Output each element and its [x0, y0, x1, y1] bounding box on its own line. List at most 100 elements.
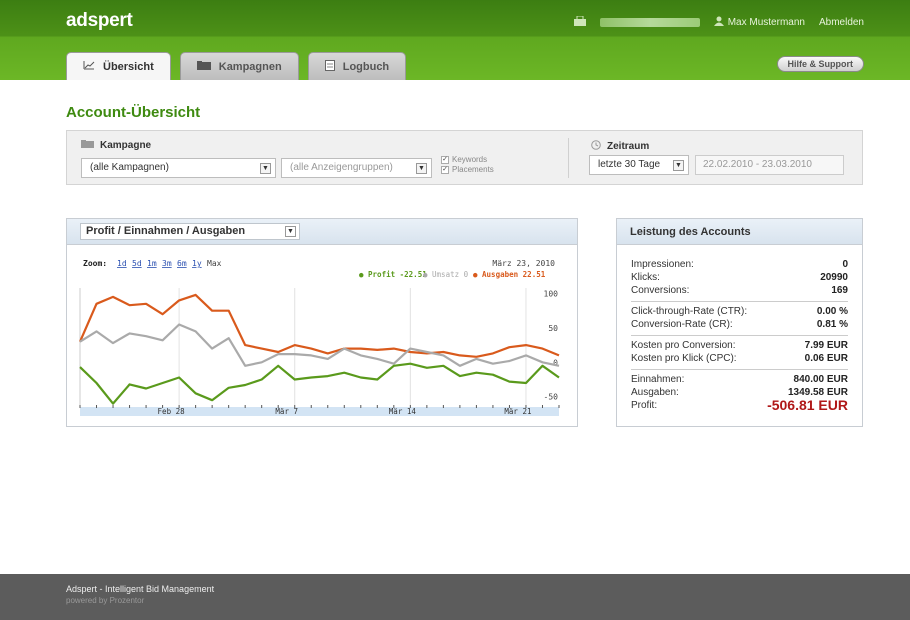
stat-value: 0.81 % — [816, 319, 848, 330]
zoom-label: Zoom: — [83, 259, 107, 268]
campaign-select-value: (alle Kampagnen) — [90, 162, 169, 173]
stat-value: 0.00 % — [816, 306, 848, 317]
filter-box: Kampagne (alle Kampagnen) ▼ (alle Anzeig… — [66, 130, 863, 185]
account-icon — [573, 15, 586, 29]
x-tick-label: Feb 28 — [158, 407, 186, 416]
chevron-down-icon: ▼ — [285, 226, 296, 237]
campaign-label-text: Kampagne — [100, 140, 152, 151]
user-link[interactable]: Max Mustermann — [713, 16, 805, 29]
date-range-field[interactable]: 22.02.2010 - 23.03.2010 — [695, 155, 844, 175]
stat-label: Einnahmen: — [631, 374, 685, 385]
chart-series — [78, 293, 560, 405]
stat-label: Klicks: — [631, 272, 660, 283]
stats-title: Leistung des Accounts — [617, 219, 862, 245]
tab-label: Logbuch — [342, 60, 390, 73]
account-name-blurred — [599, 18, 700, 27]
chevron-down-icon: ▼ — [673, 160, 684, 171]
stat-label: Ausgaben: — [631, 387, 679, 398]
tab-campaigns[interactable]: Kampagnen — [179, 52, 299, 80]
stat-label: Click-through-Rate (CTR): — [631, 306, 748, 317]
series-line-profit — [79, 362, 560, 405]
stat-row: Klicks: 20990 — [631, 271, 848, 284]
campaign-select[interactable]: (alle Kampagnen) ▼ — [81, 158, 276, 178]
stat-label: Profit: — [631, 400, 658, 411]
user-icon — [713, 16, 724, 29]
x-tick-label: Mär 7 — [275, 407, 298, 416]
footer: Adspert - Intelligent Bid Management pow… — [0, 574, 910, 620]
period-select-value: letzte 30 Tage — [598, 159, 661, 170]
stat-row: Conversion-Rate (CR): 0.81 % — [631, 318, 848, 331]
y-tick-label: 50 — [548, 324, 558, 333]
chevron-down-icon: ▼ — [416, 163, 427, 174]
folder-icon — [196, 60, 211, 73]
zoom-option-Max[interactable]: Max — [207, 259, 222, 268]
x-tick-label: Mär 14 — [389, 407, 417, 416]
adgroup-select[interactable]: (alle Anzeigengruppen) ▼ — [281, 158, 432, 178]
stat-row: Kosten pro Conversion: 7.99 EUR — [631, 339, 848, 352]
checkmark-icon: ✓ — [441, 166, 449, 174]
stat-label: Impressionen: — [631, 259, 694, 270]
main-tabs: Übersicht Kampagnen Logbuch — [66, 52, 407, 80]
chart-icon — [83, 60, 95, 73]
stat-label: Kosten pro Conversion: — [631, 340, 736, 351]
divider — [568, 138, 569, 178]
campaign-label: Kampagne — [81, 140, 151, 151]
line-chart[interactable]: Zoom: 1d 5d 1m 3m 6m 1y Max März 23, 2010 ● Pro… — [67, 246, 577, 427]
y-tick-label: 100 — [544, 290, 559, 299]
zoom-option-1m[interactable]: 1m — [147, 259, 157, 268]
help-support-button[interactable]: Hilfe & Support — [776, 56, 864, 72]
metric-select-value: Profit / Einnahmen / Ausgaben — [86, 225, 246, 237]
period-label: Zeitraum — [591, 140, 649, 153]
stat-label: Conversion-Rate (CR): — [631, 319, 733, 330]
period-label-text: Zeitraum — [607, 141, 650, 152]
chart-panel: Profit / Einnahmen / Ausgaben ▼ Zoom: 1d 5… — [66, 218, 578, 427]
y-tick-label: -50 — [544, 393, 559, 402]
footer-powered-by[interactable]: powered by Prozentor — [66, 596, 144, 605]
zoom-option-1d[interactable]: 1d — [117, 259, 127, 268]
stat-value: 0.06 EUR — [804, 353, 848, 364]
zoom-option-1y[interactable]: 1y — [192, 259, 202, 268]
user-name: Max Mustermann — [727, 17, 805, 28]
stat-label: Conversions: — [631, 285, 690, 296]
stat-value: 20990 — [820, 272, 848, 283]
placements-label: Placements — [452, 165, 494, 174]
account-performance-panel: Leistung des Accounts Impressionen: 0 Klic… — [616, 218, 863, 427]
chart-legend: ● Profit -22.51● Umsatz 0 ● Ausgaben 22.5… — [359, 270, 546, 279]
page-title: Account-Übersicht — [66, 104, 201, 121]
zoom-option-6m[interactable]: 6m — [177, 259, 187, 268]
x-axis-band — [80, 407, 559, 416]
stats-group: Einnahmen: 840.00 EUR Ausgaben: 1349.58 EUR… — [631, 370, 848, 416]
folder-icon — [81, 140, 94, 151]
stat-row: Conversions: 169 — [631, 284, 848, 297]
tab-logbook[interactable]: Logbuch — [307, 52, 407, 80]
logout-link[interactable]: Abmelden — [819, 17, 864, 28]
stat-row: Profit: -506.81 EUR — [631, 397, 848, 413]
app-logo[interactable]: adspert — [66, 10, 133, 32]
series-line-ausgaben — [78, 293, 560, 358]
zoom-controls: Zoom: 1d 5d 1m 3m 6m 1y Max — [83, 259, 222, 268]
match-checkboxes: ✓ Keywords ✓ Placements — [441, 155, 494, 175]
zoom-option-5d[interactable]: 5d — [132, 259, 142, 268]
stat-value: 7.99 EUR — [804, 340, 848, 351]
stat-value: 0 — [842, 259, 848, 270]
top-bar: adspert Max Mustermann Abmelden Übersich… — [0, 0, 910, 80]
period-select[interactable]: letzte 30 Tage ▼ — [589, 155, 689, 175]
stats-group: Click-through-Rate (CTR): 0.00 % Conversio… — [631, 302, 848, 336]
stat-value: 840.00 EUR — [793, 374, 848, 385]
chevron-down-icon: ▼ — [260, 163, 271, 174]
stat-label: Kosten pro Klick (CPC): — [631, 353, 737, 364]
legend-item: ● Ausgaben 22.51 — [473, 270, 546, 279]
zoom-option-3m[interactable]: 3m — [162, 259, 172, 268]
x-tick-label: Mär 21 — [504, 407, 531, 416]
tab-overview[interactable]: Übersicht — [66, 52, 171, 80]
user-area: Max Mustermann Abmelden — [573, 15, 864, 29]
stats-group: Kosten pro Conversion: 7.99 EUR Kosten pro… — [631, 336, 848, 370]
legend-item: ● Umsatz 0 — [423, 270, 469, 279]
stat-row: Kosten pro Klick (CPC): 0.06 EUR — [631, 352, 848, 365]
keywords-checkbox[interactable]: ✓ Keywords — [441, 155, 494, 165]
stat-value: -506.81 EUR — [767, 397, 848, 413]
placements-checkbox[interactable]: ✓ Placements — [441, 165, 494, 175]
checkmark-icon: ✓ — [441, 156, 449, 164]
metric-select[interactable]: Profit / Einnahmen / Ausgaben ▼ — [80, 223, 300, 240]
keywords-label: Keywords — [452, 155, 488, 164]
